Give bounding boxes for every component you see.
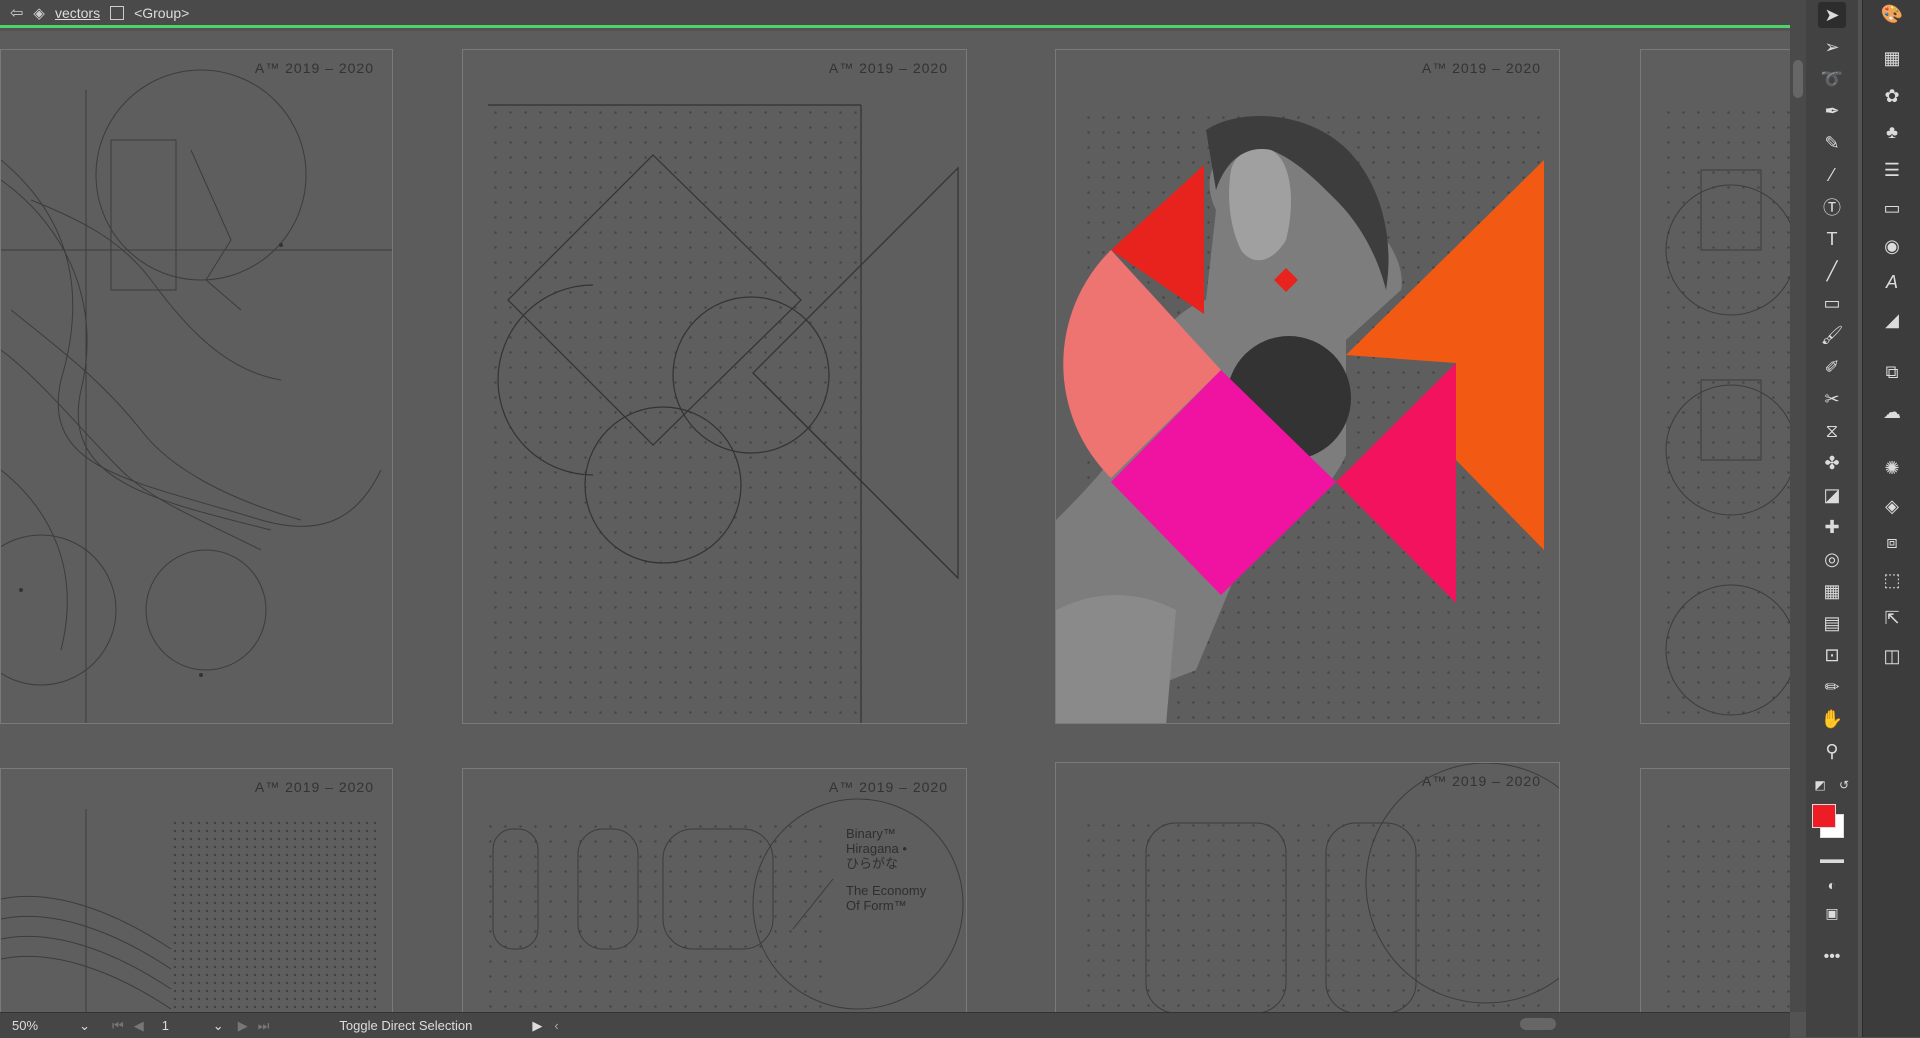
tools-panel: ➤ ➢ ➰ ✒ ✎ ⁄ Ⓣ T ╱ ▭ 🖌 ✐ ✂ ⧖ ✤ ◪ ✚ ◎ ▦ ▤ … [1806, 0, 1858, 1037]
transparency-panel-icon[interactable]: ◉ [1877, 232, 1907, 260]
shaper-tool-icon[interactable]: ✐ [1818, 354, 1846, 380]
page-select[interactable]: 1 ⌄ [158, 1015, 228, 1036]
chevron-down-icon: ⌄ [79, 1017, 90, 1033]
shape-builder-tool-icon[interactable]: ◎ [1818, 546, 1846, 572]
graphic-styles-icon[interactable]: ✺ [1877, 454, 1907, 482]
line-tool-icon[interactable]: ╱ [1818, 258, 1846, 284]
first-page-icon[interactable]: ⏮ [112, 1018, 124, 1034]
breadcrumb-group[interactable]: <Group> [134, 5, 189, 21]
export-panel-icon[interactable]: ⇱ [1877, 604, 1907, 632]
transform-panel-icon[interactable]: ⬚ [1877, 566, 1907, 594]
direct-selection-tool-icon[interactable]: ➢ [1818, 34, 1846, 60]
paintbrush-tool-icon[interactable]: 🖌 [1818, 322, 1846, 348]
free-transform-tool-icon[interactable]: ◪ [1818, 482, 1846, 508]
selection-tool-icon[interactable]: ➤ [1818, 2, 1846, 28]
horizontal-scrollbar[interactable] [580, 1014, 1780, 1034]
artboard-canvas[interactable]: A™ 2019 – 2020 A™ 2019 – 2020 A™ 2019 – … [0, 31, 1790, 1012]
artboard-2-shapes [488, 104, 959, 723]
appearance-panel-icon[interactable]: ◢ [1877, 306, 1907, 334]
more-tools-icon[interactable]: ••• [1818, 944, 1846, 970]
artboard-6[interactable]: A™ 2019 – 2020 Binary™ Hiragana • ひらがな T… [462, 768, 967, 1012]
status-menu-icon[interactable]: ▶ [532, 1018, 542, 1034]
artboard-7-linework [1145, 763, 1559, 1012]
dot-grid [1661, 819, 1790, 1012]
libraries-panel-icon[interactable]: ⧉ [1877, 358, 1907, 386]
cc-libraries-icon[interactable]: ☁ [1877, 398, 1907, 426]
breadcrumb-layer[interactable]: vectors [55, 5, 100, 21]
scissors-tool-icon[interactable]: ✂ [1818, 386, 1846, 412]
panel-dock: 🎨 ▦ ✿ ♣ ☰ ▭ ◉ A ◢ ⧉ ☁ ✺ ◈ ⧈ ⬚ ⇱ ◫ [1862, 0, 1920, 1037]
prev-page-icon[interactable]: ◀ [134, 1018, 144, 1034]
zoom-tool-icon[interactable]: ⚲ [1818, 738, 1846, 764]
artboard-8[interactable] [1640, 768, 1790, 1012]
zoom-select[interactable]: 50% ⌄ [6, 1015, 96, 1036]
artboard-3-artwork [1056, 116, 1544, 723]
artboard-5[interactable]: A™ 2019 – 2020 [0, 768, 393, 1012]
stroke-panel-icon[interactable]: ☰ [1877, 156, 1907, 184]
puppet-warp-tool-icon[interactable]: ✚ [1818, 514, 1846, 540]
artboard-3[interactable]: A™ 2019 – 2020 [1055, 49, 1560, 724]
swatches-panel-icon[interactable]: ▦ [1877, 44, 1907, 72]
group-icon [110, 5, 125, 20]
color-mode-icon[interactable]: ▬▬ [1818, 846, 1846, 872]
artboards-panel-icon[interactable]: ⧈ [1877, 528, 1907, 556]
vertical-scrollbar[interactable] [1790, 0, 1806, 1012]
pinkred-triangle [1336, 363, 1456, 603]
artboard-6-linework [492, 798, 964, 1010]
artboard-5-linework [1, 809, 172, 1012]
character-panel-icon[interactable]: A [1877, 268, 1907, 296]
artboard-1[interactable]: A™ 2019 – 2020 [0, 49, 393, 724]
layers-panel-icon[interactable]: ◈ [1877, 492, 1907, 520]
artboard-4[interactable] [1640, 49, 1790, 724]
chevron-down-icon: ⌄ [212, 1017, 224, 1033]
gradient-tool-icon[interactable]: ▤ [1818, 610, 1846, 636]
type-tool-icon[interactable]: T [1818, 226, 1846, 252]
artboard-tool-icon[interactable]: ⊡ [1818, 642, 1846, 668]
vertical-scroll-thumb[interactable] [1793, 60, 1803, 98]
artboard-1-linework [1, 69, 392, 723]
screen-mode-icon[interactable]: ▣ [1818, 900, 1846, 926]
horizontal-scroll-thumb[interactable] [1520, 1018, 1556, 1030]
curvature-tool-icon[interactable]: ✎ [1818, 130, 1846, 156]
hand-tool-icon[interactable]: ✋ [1818, 706, 1846, 732]
gradient-panel-icon[interactable]: ▭ [1877, 194, 1907, 222]
zoom-value: 50% [12, 1018, 39, 1033]
last-page-icon[interactable]: ⏭ [258, 1018, 270, 1034]
status-label: Toggle Direct Selection [339, 1018, 473, 1033]
warp-tool-icon[interactable]: ✤ [1818, 450, 1846, 476]
artboard-4-linework [1665, 169, 1790, 716]
slice-tool-icon[interactable]: ✏ [1818, 674, 1846, 700]
type-path-tool-icon[interactable]: Ⓣ [1818, 194, 1846, 220]
color-panel-icon[interactable]: 🎨 [1877, 0, 1907, 28]
default-colors-icon[interactable]: ◩ [1812, 772, 1828, 798]
fill-swatch[interactable] [1812, 804, 1836, 828]
rectangle-tool-icon[interactable]: ▭ [1818, 290, 1846, 316]
reflect-tool-icon[interactable]: ⧖ [1818, 418, 1846, 444]
draw-mode-icon[interactable]: ◐ [1818, 872, 1846, 898]
artboard-2[interactable]: A™ 2019 – 2020 [462, 49, 967, 724]
swap-colors-icon[interactable]: ↺ [1836, 772, 1852, 798]
pathfinder-panel-icon[interactable]: ◫ [1877, 642, 1907, 670]
mesh-tool-icon[interactable]: ▦ [1818, 578, 1846, 604]
symbols-panel-icon[interactable]: ♣ [1877, 118, 1907, 146]
page-number: 1 [161, 1018, 169, 1033]
artboard-7[interactable]: A™ 2019 – 2020 [1055, 762, 1560, 1012]
back-arrow-icon[interactable]: ⇦ [10, 3, 23, 23]
scroll-left-icon[interactable]: ‹ [554, 1018, 558, 1033]
brushes-panel-icon[interactable]: ✿ [1877, 82, 1907, 110]
next-page-icon[interactable]: ▶ [238, 1018, 248, 1034]
pen-tool-icon[interactable]: ✒ [1818, 98, 1846, 124]
breadcrumb-bar: ⇦ ◈ vectors <Group> [0, 0, 1790, 28]
lasso-tool-icon[interactable]: ➰ [1818, 66, 1846, 92]
eyedropper-tool-icon[interactable]: ⁄ [1818, 162, 1846, 188]
layers-icon: ◈ [33, 4, 45, 22]
